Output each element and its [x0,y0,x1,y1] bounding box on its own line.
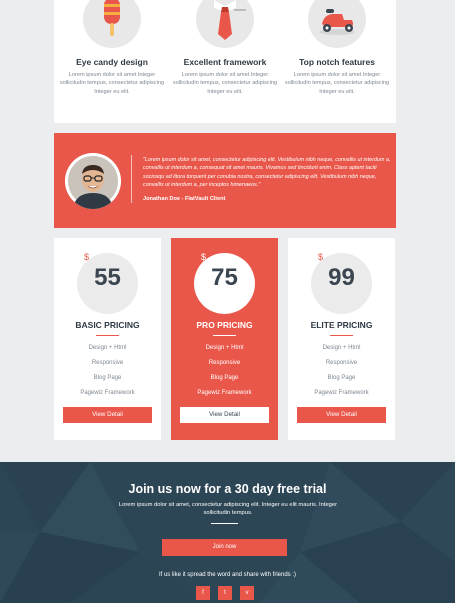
scooter-icon [308,0,366,48]
pricing-card-pro: $ 75 PRO PRICING Design + Html Responsiv… [171,238,278,440]
feature-text: Lorem ipsum dolor sit amet Integer solli… [172,72,278,95]
currency-symbol: $ [318,252,324,262]
price-value: 55 [94,264,121,291]
currency-symbol: $ [84,252,90,262]
cta-divider [211,523,238,524]
features-card: Eye candy design Lorem ipsum dolor sit a… [54,0,396,123]
join-now-button[interactable]: Join now [162,539,287,556]
pricing-card-basic: $ 55 BASIC PRICING Design + Html Respons… [54,238,161,440]
plan-feature-item: Pagewiz Framework [314,390,369,396]
popsicle-icon [83,0,141,48]
necktie-icon [196,0,254,48]
vimeo-icon[interactable]: v [240,586,254,600]
testimonial-quote: "Lorem ipsum dolor sit amet, consectetur… [143,157,391,189]
plan-feature-item: Responsive [91,360,124,366]
price-value: 75 [211,264,238,291]
feature-text: Lorem ipsum dolor sit amet Integer solli… [59,72,165,95]
plan-name: PRO PRICING [196,320,253,330]
plan-feature-item: Design + Html [88,345,127,351]
price-value: 99 [328,264,355,291]
avatar [65,153,121,209]
feature-top-notch: Top notch features Lorem ipsum dolor sit… [282,0,392,96]
plan-divider [330,335,353,336]
plan-feature-item: Responsive [208,360,241,366]
feature-framework: Excellent framework Lorem ipsum dolor si… [170,0,280,96]
view-detail-button[interactable]: View Detail [180,407,269,423]
testimonial-author: Jonathan Doe - FlatVault Client [143,196,226,202]
currency-symbol: $ [201,252,207,262]
feature-text: Lorem ipsum dolor sit amet Integer solli… [284,72,390,95]
plan-name: ELITE PRICING [310,320,373,330]
trial-cta-section: Join us now for a 30 day free trial Lore… [0,462,455,603]
plan-feature-item: Pagewiz Framework [197,390,252,396]
view-detail-button[interactable]: View Detail [63,407,152,423]
testimonial-banner: "Lorem ipsum dolor sit amet, consectetur… [54,133,396,228]
plan-feature-item: Responsive [325,360,358,366]
plan-feature-item: Blog Page [210,375,239,381]
plan-feature-item: Pagewiz Framework [80,390,135,396]
feature-title: Top notch features [299,57,375,67]
feature-title: Eye candy design [76,57,148,67]
pricing-card-elite: $ 99 ELITE PRICING Design + Html Respons… [288,238,395,440]
share-text: If us like it spread the word and share … [158,572,297,578]
plan-name: BASIC PRICING [75,320,140,330]
plan-divider [213,335,236,336]
feature-title: Excellent framework [183,57,267,67]
cta-title: Join us now for a 30 day free trial [128,482,327,496]
quote-divider [131,155,132,203]
plan-feature-item: Blog Page [327,375,356,381]
plan-feature-item: Design + Html [322,345,361,351]
plan-feature-item: Blog Page [93,375,122,381]
plan-features: Design + Html Responsive Blog Page Pagew… [288,344,395,404]
plan-features: Design + Html Responsive Blog Page Pagew… [171,344,278,404]
plan-divider [96,335,119,336]
plan-feature-item: Design + Html [205,345,244,351]
facebook-icon[interactable]: f [196,586,210,600]
feature-eye-candy: Eye candy design Lorem ipsum dolor sit a… [57,0,167,96]
cta-description: Lorem ipsum dolor sit amet, consectetur … [118,502,338,517]
plan-features: Design + Html Responsive Blog Page Pagew… [54,344,161,404]
twitter-icon[interactable]: t [218,586,232,600]
view-detail-button[interactable]: View Detail [297,407,386,423]
